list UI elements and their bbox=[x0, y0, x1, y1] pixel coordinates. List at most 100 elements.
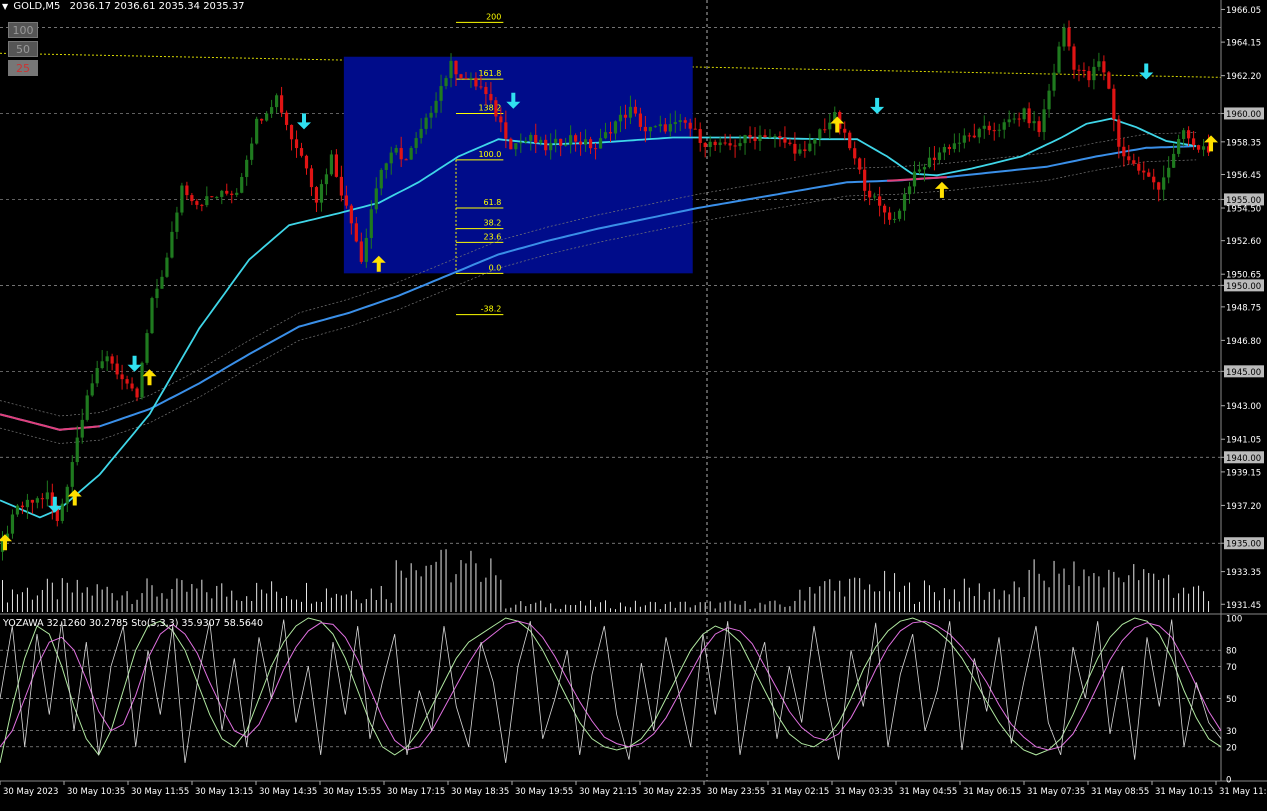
bull-bar bbox=[220, 190, 224, 197]
arrow-up-icon bbox=[934, 181, 949, 198]
bear-bar bbox=[1196, 145, 1201, 150]
zoom-button-50[interactable]: 50 bbox=[8, 41, 38, 57]
bear-bar bbox=[1191, 138, 1196, 146]
bull-bar bbox=[818, 129, 822, 139]
indicator-series-line bbox=[0, 619, 1222, 763]
bull-bar bbox=[469, 77, 473, 80]
bull-bar bbox=[902, 194, 907, 211]
bull-bar bbox=[907, 186, 912, 195]
ohlc-label: 2036.17 2036.61 2035.34 2035.37 bbox=[69, 1, 245, 12]
indicator-tick-label: 100 bbox=[1226, 615, 1242, 625]
fib-level-label: 200 bbox=[486, 12, 501, 21]
collapse-triangle-icon[interactable]: ▼ bbox=[2, 2, 8, 11]
bull-bar bbox=[140, 362, 144, 398]
bear-bar bbox=[200, 204, 204, 206]
bear-bar bbox=[479, 86, 483, 88]
bull-bar bbox=[1057, 46, 1061, 73]
bull-bar bbox=[329, 154, 334, 175]
bear-bar bbox=[339, 176, 343, 196]
bull-bar bbox=[598, 138, 603, 149]
bear-bar bbox=[947, 146, 951, 150]
chart-header: ▼ GOLD,M5 2036.17 2036.61 2035.34 2035.3… bbox=[2, 1, 245, 12]
bear-bar bbox=[883, 205, 887, 213]
bear-bar bbox=[279, 95, 284, 113]
bull-bar bbox=[892, 218, 897, 220]
bull-bar bbox=[1007, 119, 1011, 123]
fib-level-label: 61.8 bbox=[484, 198, 502, 207]
stochastic-indicator: 100 80 70 50 30 20 0 bbox=[0, 615, 1242, 786]
bull-bar bbox=[828, 122, 832, 130]
bear-bar bbox=[972, 135, 976, 138]
bear-bar bbox=[748, 135, 752, 138]
bull-bar bbox=[70, 462, 74, 487]
time-tick-label: 30 May 17:15 bbox=[387, 787, 445, 797]
bear-bar bbox=[987, 125, 991, 131]
bull-bar bbox=[997, 129, 1001, 131]
bear-bar bbox=[559, 138, 563, 146]
time-tick-label: 30 May 21:15 bbox=[579, 787, 637, 797]
bull-bar bbox=[384, 163, 388, 170]
bull-bar bbox=[678, 120, 682, 123]
bull-bar bbox=[379, 169, 383, 189]
bear-bar bbox=[40, 498, 44, 500]
bull-bar bbox=[1022, 108, 1026, 120]
bull-bar bbox=[1177, 138, 1181, 154]
price-tick-label: 1943.00 bbox=[1226, 402, 1261, 412]
bull-bar bbox=[1047, 90, 1051, 110]
bear-bar bbox=[848, 132, 852, 149]
price-tick-label: 1964.15 bbox=[1226, 39, 1261, 49]
bull-bar bbox=[145, 333, 149, 363]
bear-bar bbox=[474, 77, 478, 87]
bear-bar bbox=[1152, 176, 1156, 183]
price-tick-label: 1933.35 bbox=[1226, 568, 1261, 578]
time-tick-label: 31 May 08:55 bbox=[1091, 787, 1149, 797]
price-tick-label: 1940.00 bbox=[1226, 454, 1261, 464]
indicator-tick-label: 20 bbox=[1226, 743, 1237, 753]
bull-bar bbox=[897, 210, 902, 219]
bull-bar bbox=[160, 276, 164, 289]
bull-bar bbox=[1182, 130, 1186, 139]
arrow-down-icon bbox=[297, 113, 312, 130]
bull-bar bbox=[613, 121, 618, 134]
bull-bar bbox=[1201, 146, 1206, 150]
bull-bar bbox=[394, 148, 398, 153]
bull-bar bbox=[75, 437, 79, 463]
time-tick-label: 30 May 11:55 bbox=[131, 787, 189, 797]
bear-bar bbox=[544, 139, 548, 151]
bull-bar bbox=[583, 139, 588, 145]
bear-bar bbox=[135, 388, 139, 398]
bull-bar bbox=[245, 159, 249, 177]
bear-bar bbox=[1137, 163, 1141, 171]
bull-bar bbox=[1097, 61, 1101, 67]
time-tick-label: 30 May 19:55 bbox=[515, 787, 573, 797]
indicator-tick-label: 80 bbox=[1226, 647, 1237, 657]
bull-bar bbox=[569, 135, 573, 145]
fib-level-label: 38.2 bbox=[484, 219, 502, 228]
slow-ma-low-segment bbox=[887, 176, 947, 182]
indicator-header: YOZAWA 32.1260 30.2785 Sto(5,3,3) 35.930… bbox=[3, 618, 264, 629]
bull-bar bbox=[255, 118, 259, 144]
bear-bar bbox=[843, 128, 847, 133]
bear-bar bbox=[1112, 88, 1116, 120]
bear-bar bbox=[643, 126, 647, 132]
bull-bar bbox=[449, 60, 453, 79]
fib-level-label: 161.8 bbox=[478, 69, 501, 78]
bull-bar bbox=[798, 149, 802, 154]
time-tick-label: 30 May 22:35 bbox=[643, 787, 701, 797]
bull-bar bbox=[429, 112, 433, 118]
chart-canvas[interactable]: 200161.8138.2100.061.838.223.60.0-38.2 1… bbox=[0, 0, 1267, 811]
zoom-button-25[interactable]: 25 bbox=[8, 60, 38, 76]
bull-bar bbox=[773, 136, 777, 138]
bull-bar bbox=[1162, 177, 1166, 190]
fib-level-label: 138.2 bbox=[478, 103, 501, 112]
time-tick-label: 30 May 13:15 bbox=[195, 787, 253, 797]
bull-bar bbox=[439, 86, 443, 101]
bull-bar bbox=[434, 100, 438, 113]
bear-bar bbox=[887, 212, 892, 220]
price-tick-label: 1948.75 bbox=[1226, 303, 1261, 313]
bull-bar bbox=[175, 212, 179, 232]
zoom-button-100[interactable]: 100 bbox=[8, 22, 38, 38]
bear-bar bbox=[454, 60, 458, 75]
bear-bar bbox=[509, 138, 513, 150]
bull-bar bbox=[668, 124, 672, 132]
